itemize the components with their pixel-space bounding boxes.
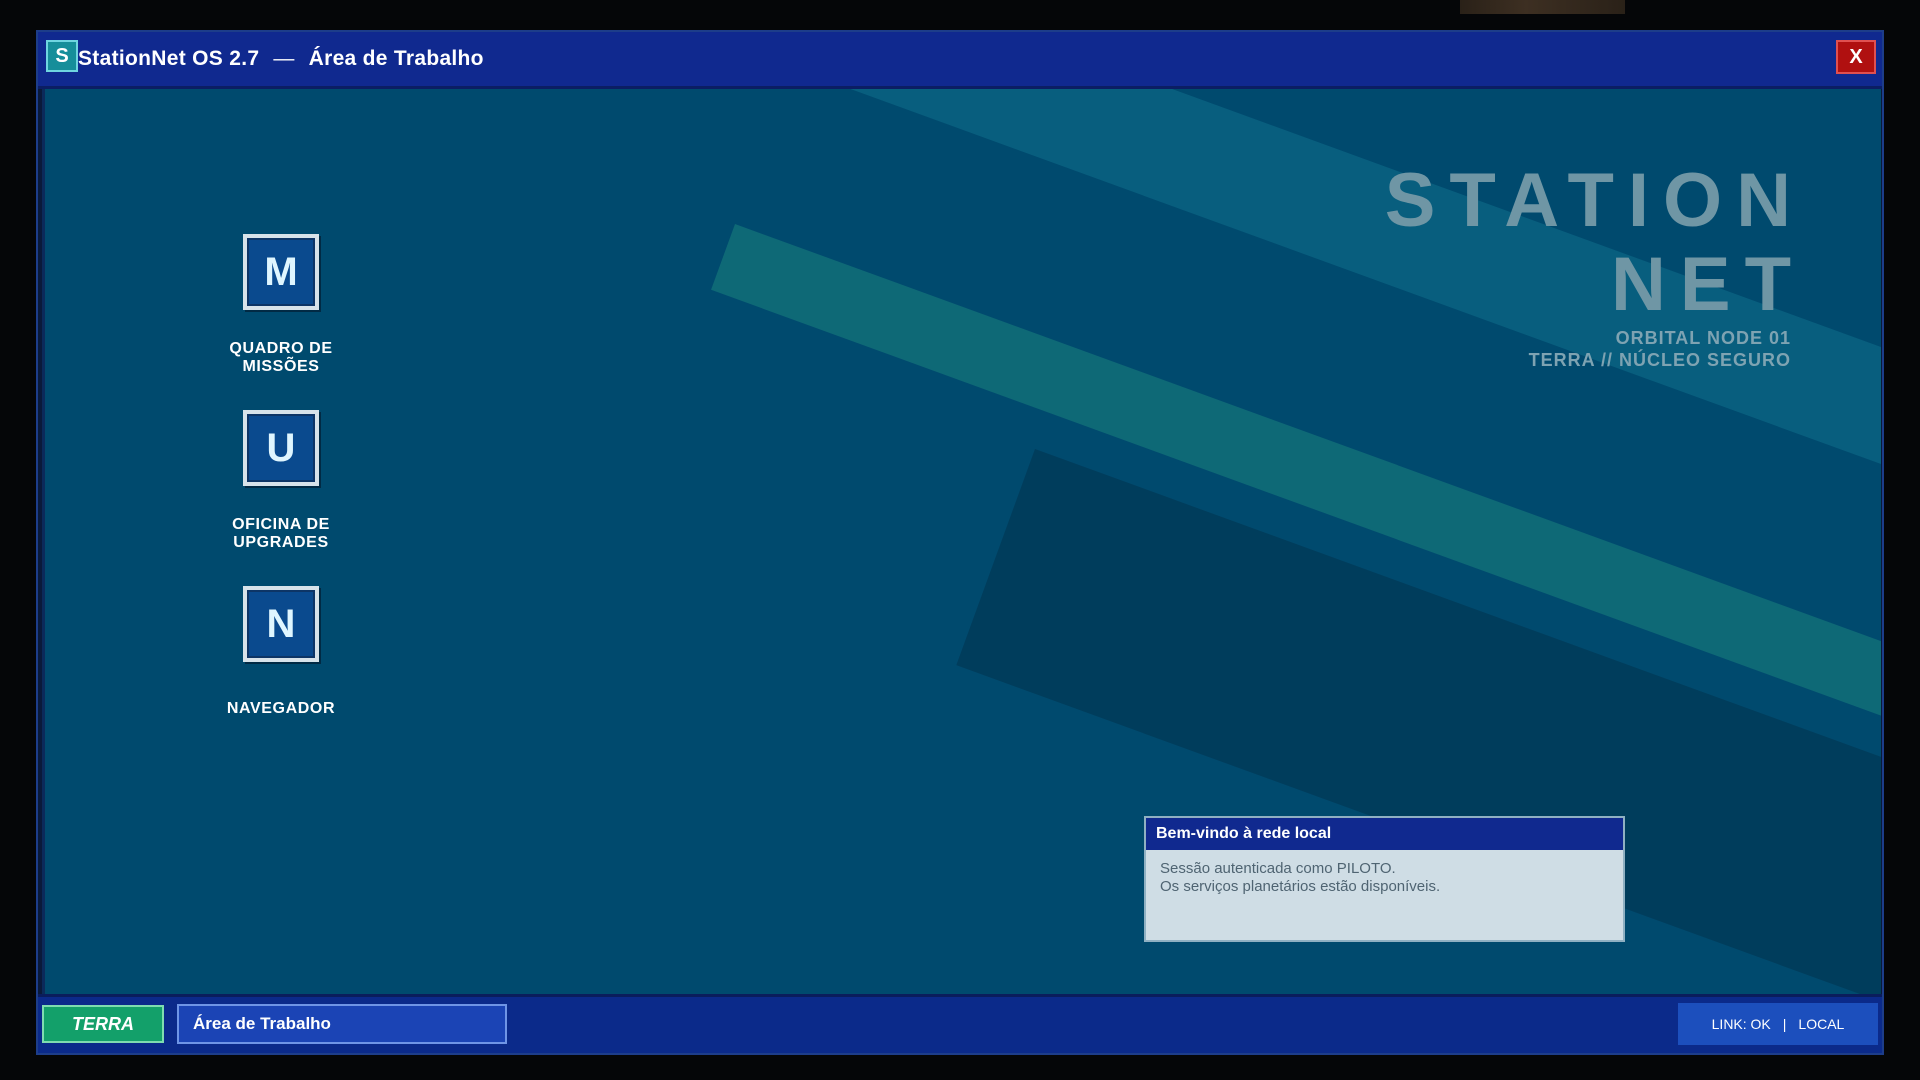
missions-icon[interactable]: M [243,234,319,310]
brand-subtitle-2: TERRA // NÚCLEO SEGURO [1528,350,1791,370]
start-button[interactable]: TERRA [42,1005,164,1043]
window-title-location: Área de Trabalho [308,47,484,70]
taskbar-item-desktop[interactable]: Área de Trabalho [177,1004,507,1044]
browser-icon[interactable]: N [243,586,319,662]
desktop-area[interactable]: STATION NET ORBITAL NODE 01 TERRA // NÚC… [42,89,1881,997]
desktop-icon-missions[interactable]: M QUADRO DE MISSÕES [201,234,361,376]
taskbar: TERRA Área de Trabalho LINK: OK | LOCAL [38,994,1882,1053]
desktop-icon-label: NAVEGADOR [226,700,336,717]
welcome-notification[interactable]: Bem-vindo à rede local Sessão autenticad… [1144,816,1625,942]
upgrades-icon[interactable]: U [243,410,319,486]
desktop-icon-upgrades[interactable]: U OFICINA DE UPGRADES [201,410,361,552]
close-button[interactable]: X [1836,40,1876,74]
desktop-icon-label: QUADRO DE MISSÕES [229,340,333,375]
window-title-name: StationNet OS 2.7 [78,47,260,70]
desktop-icon-label: OFICINA DE UPGRADES [232,516,330,551]
os-logo-icon: S [46,40,78,72]
desktop-icon-browser[interactable]: N NAVEGADOR [201,586,361,718]
notification-body: Sessão autenticada como PILOTO. Os servi… [1146,850,1623,906]
background-strip [1460,0,1625,14]
tray-separator: | [1782,1016,1787,1032]
brand-subtitle-1: ORBITAL NODE 01 [1615,328,1791,348]
window-title: StationNet OS 2.7 — Área de Trabalho [78,47,484,71]
network-mode: LOCAL [1798,1016,1845,1032]
notification-title: Bem-vindo à rede local [1146,818,1623,850]
system-tray: LINK: OK | LOCAL [1678,1003,1878,1045]
notification-line-1: Sessão autenticada como PILOTO. [1160,860,1396,877]
brand-watermark: STATION NET ORBITAL NODE 01 TERRA // NÚC… [1385,159,1791,371]
notification-line-2: Os serviços planetários estão disponívei… [1160,878,1441,895]
brand-line-1: STATION [1384,158,1805,243]
brand-line-2: NET [1611,242,1805,327]
title-bar[interactable]: S StationNet OS 2.7 — Área de Trabalho X [38,32,1882,89]
link-status: LINK: OK [1711,1016,1771,1032]
os-window: S StationNet OS 2.7 — Área de Trabalho X S… [36,30,1884,1055]
window-title-separator: — [273,47,295,70]
